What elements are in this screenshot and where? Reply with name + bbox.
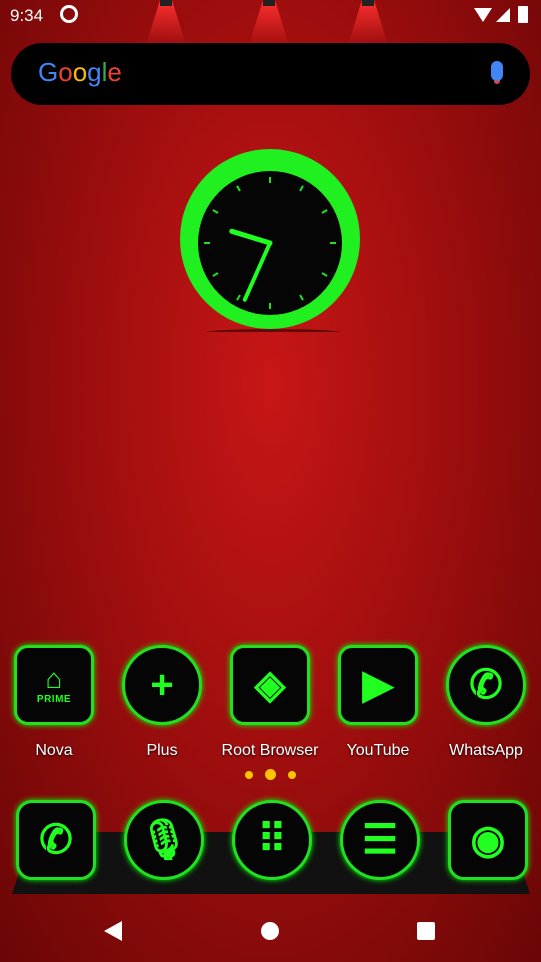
signal-icon: [496, 8, 510, 22]
camera-icon[interactable]: ◉: [448, 800, 528, 880]
page-dot-current: [265, 769, 276, 780]
messages-icon[interactable]: ☰: [340, 800, 420, 880]
youtube-icon-glyph: ▶: [362, 663, 394, 707]
app-label: Root Browser: [221, 742, 319, 759]
wifi-icon: [474, 8, 492, 22]
plus-icon[interactable]: +: [122, 645, 202, 725]
recents-icon[interactable]: [417, 922, 435, 940]
whatsapp-icon[interactable]: ✆: [446, 645, 526, 725]
root-browser-icon[interactable]: ◈: [230, 645, 310, 725]
app-drawer-icon[interactable]: ⠿: [232, 800, 312, 880]
plus-icon-glyph: +: [150, 663, 174, 707]
page-dot: [288, 771, 296, 779]
google-logo: Google: [38, 57, 122, 87]
analog-clock-widget[interactable]: [178, 147, 363, 332]
whatsapp-icon-glyph: ✆: [469, 663, 503, 707]
battery-icon: [518, 6, 528, 23]
app-label: WhatsApp: [449, 742, 523, 759]
back-icon[interactable]: [104, 921, 122, 941]
root-browser-icon-glyph: ◈: [254, 663, 286, 707]
nova-prime-icon[interactable]: ⌂ PRIME: [14, 645, 94, 725]
status-bar: 9:34: [0, 0, 541, 32]
mic-icon[interactable]: [491, 61, 503, 81]
phone-icon[interactable]: ✆: [16, 800, 96, 880]
youtube-icon[interactable]: ▶: [338, 645, 418, 725]
app-badge: PRIME: [36, 694, 72, 705]
app-label: Nova: [35, 742, 73, 759]
app-label: YouTube: [346, 742, 410, 759]
sync-icon: [60, 5, 78, 23]
app-label: Plus: [146, 742, 178, 759]
status-time: 9:34: [10, 6, 44, 25]
home-icon[interactable]: [261, 922, 279, 940]
voice-search-icon[interactable]: 🎙: [124, 800, 204, 880]
google-search-bar[interactable]: Google: [11, 43, 530, 105]
nova-prime-icon-glyph: ⌂: [45, 663, 63, 694]
page-dot: [245, 771, 253, 779]
